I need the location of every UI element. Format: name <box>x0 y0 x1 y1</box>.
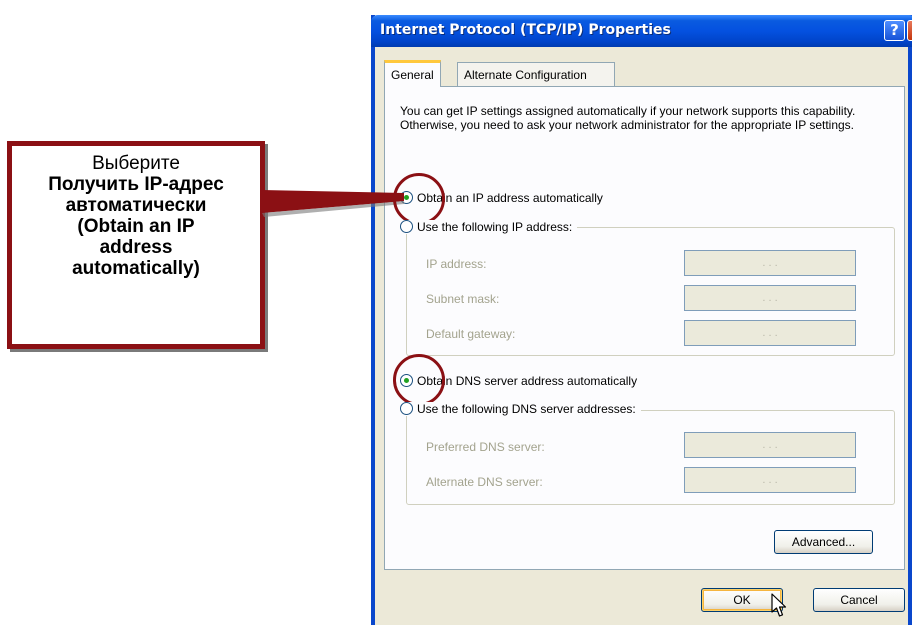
annotation-callout: Выберите Получить IP-адрес автоматически… <box>7 141 265 349</box>
callout-line-5: address <box>99 237 173 258</box>
alternate-dns-dots: . . . <box>762 474 778 486</box>
help-icon[interactable]: ? <box>884 20 905 41</box>
radio-unchecked-icon <box>400 220 413 233</box>
cancel-button[interactable]: Cancel <box>813 588 905 612</box>
tab-alternate-configuration[interactable]: Alternate Configuration <box>457 62 615 86</box>
window-title: Internet Protocol (TCP/IP) Properties <box>380 22 671 38</box>
alternate-dns-field: . . . <box>684 467 856 493</box>
tab-general[interactable]: General <box>384 60 441 87</box>
default-gateway-label: Default gateway: <box>426 327 516 341</box>
obtain-dns-auto-radio[interactable]: Obtain DNS server address automatically <box>400 374 637 388</box>
ip-address-label: IP address: <box>426 257 487 271</box>
obtain-ip-auto-radio[interactable]: Obtain an IP address automatically <box>400 191 603 205</box>
subnet-mask-dots: . . . <box>762 292 778 304</box>
mouse-pointer-icon <box>771 593 787 617</box>
default-gateway-dots: . . . <box>762 327 778 339</box>
dns-server-group: Preferred DNS server: . . . Alternate DN… <box>406 410 895 505</box>
use-following-ip-label: Use the following IP address: <box>417 220 573 234</box>
default-gateway-field: . . . <box>684 320 856 346</box>
callout-line-4: (Obtain an IP <box>77 216 195 237</box>
callout-line-1: Выберите <box>92 153 180 174</box>
ip-address-group: IP address: . . . Subnet mask: . . . Def… <box>406 227 895 356</box>
callout-line-6: automatically) <box>72 258 200 279</box>
use-following-dns-radio[interactable]: Use the following DNS server addresses: <box>400 402 641 416</box>
obtain-dns-auto-label: Obtain DNS server address automatically <box>417 374 638 388</box>
preferred-dns-field: . . . <box>684 432 856 458</box>
alternate-dns-label: Alternate DNS server: <box>426 475 543 489</box>
title-bar[interactable]: Internet Protocol (TCP/IP) Properties ? … <box>371 15 912 47</box>
callout-line-3: автоматически <box>65 195 207 216</box>
subnet-mask-label: Subnet mask: <box>426 292 500 306</box>
preferred-dns-label: Preferred DNS server: <box>426 440 545 454</box>
intro-text: You can get IP settings assigned automat… <box>400 104 856 132</box>
use-following-ip-radio[interactable]: Use the following IP address: <box>400 220 578 234</box>
preferred-dns-dots: . . . <box>762 439 778 451</box>
subnet-mask-field: . . . <box>684 285 856 311</box>
radio-checked-icon <box>400 191 413 204</box>
tcpip-properties-dialog: Internet Protocol (TCP/IP) Properties ? … <box>371 15 912 625</box>
close-icon[interactable]: ✕ <box>907 20 912 41</box>
general-tab-panel: You can get IP settings assigned automat… <box>384 86 905 570</box>
ip-address-field: . . . <box>684 250 856 276</box>
ip-address-dots: . . . <box>762 257 778 269</box>
advanced-button[interactable]: Advanced... <box>774 530 873 554</box>
callout-line-2: Получить IP-адрес <box>48 174 224 195</box>
use-following-dns-label: Use the following DNS server addresses: <box>417 402 636 416</box>
radio-unchecked-icon <box>400 402 413 415</box>
obtain-ip-auto-label: Obtain an IP address automatically <box>417 191 603 205</box>
radio-checked-icon <box>400 374 413 387</box>
